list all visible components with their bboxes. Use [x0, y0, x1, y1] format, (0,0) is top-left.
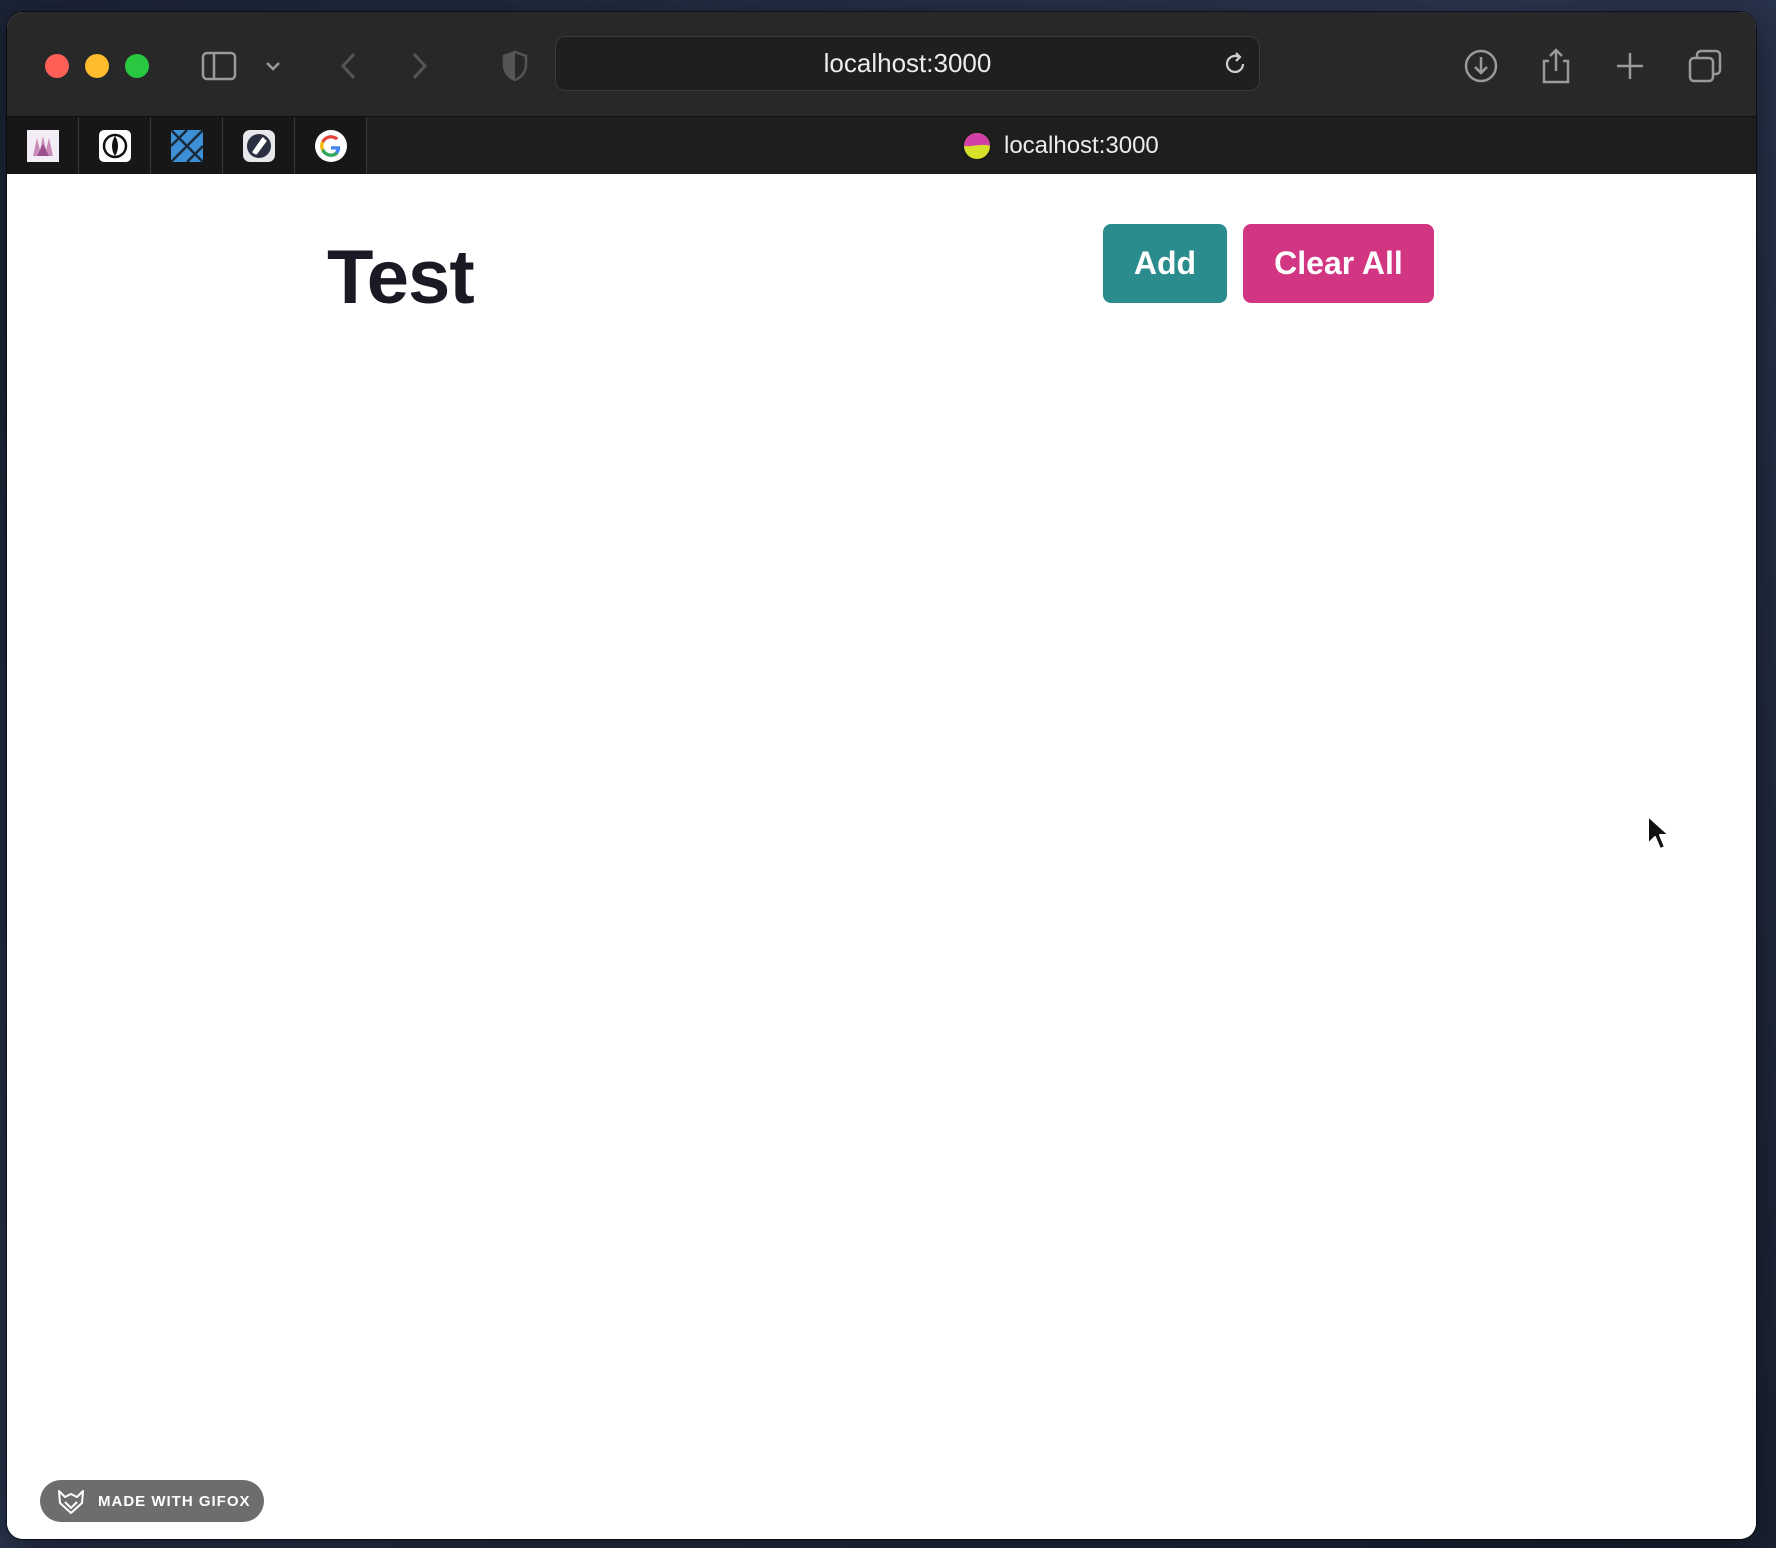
favorite-2-icon	[98, 129, 131, 162]
active-tab[interactable]: localhost:3000	[962, 117, 1159, 174]
page-content: Test Add Clear All MADE WITH GIFOX	[7, 174, 1756, 1539]
mouse-cursor-icon	[1647, 815, 1670, 850]
back-icon[interactable]	[331, 48, 367, 84]
clear-all-button[interactable]: Clear All	[1243, 224, 1434, 303]
address-bar[interactable]: localhost:3000	[555, 36, 1260, 91]
browser-window: localhost:3000 localhost:3000 Test Add C…	[7, 12, 1756, 1539]
add-button[interactable]: Add	[1103, 224, 1227, 303]
tab-bar: localhost:3000	[7, 116, 1756, 175]
fox-icon	[58, 1490, 84, 1514]
address-text: localhost:3000	[823, 48, 992, 78]
favorite-2[interactable]	[79, 117, 151, 174]
chevron-down-icon[interactable]	[263, 48, 283, 84]
sidebar-icon[interactable]	[201, 48, 237, 84]
close-window-button[interactable]	[45, 54, 69, 78]
site-favicon-icon	[962, 130, 992, 161]
favorite-4[interactable]	[223, 117, 295, 174]
watermark-text: MADE WITH GIFOX	[98, 1492, 251, 1510]
downloads-icon[interactable]	[1463, 48, 1499, 84]
favorite-1[interactable]	[7, 117, 79, 174]
forward-icon[interactable]	[401, 48, 437, 84]
favorite-google[interactable]	[295, 117, 367, 174]
tab-overview-icon[interactable]	[1687, 48, 1723, 84]
gifox-watermark: MADE WITH GIFOX	[40, 1480, 264, 1522]
google-icon	[314, 129, 347, 162]
maximize-window-button[interactable]	[125, 54, 149, 78]
favorite-1-icon	[26, 129, 59, 162]
browser-toolbar: localhost:3000	[7, 12, 1756, 116]
page-title: Test	[327, 235, 475, 320]
favorite-3-icon	[170, 129, 203, 162]
favorite-4-icon	[242, 129, 275, 162]
minimize-window-button[interactable]	[85, 54, 109, 78]
privacy-shield-icon[interactable]	[497, 48, 533, 84]
tab-title-text: localhost:3000	[1004, 131, 1159, 159]
favorite-3[interactable]	[151, 117, 223, 174]
share-icon[interactable]	[1538, 48, 1574, 84]
new-tab-icon[interactable]	[1612, 48, 1648, 84]
reload-icon[interactable]	[1221, 50, 1249, 78]
